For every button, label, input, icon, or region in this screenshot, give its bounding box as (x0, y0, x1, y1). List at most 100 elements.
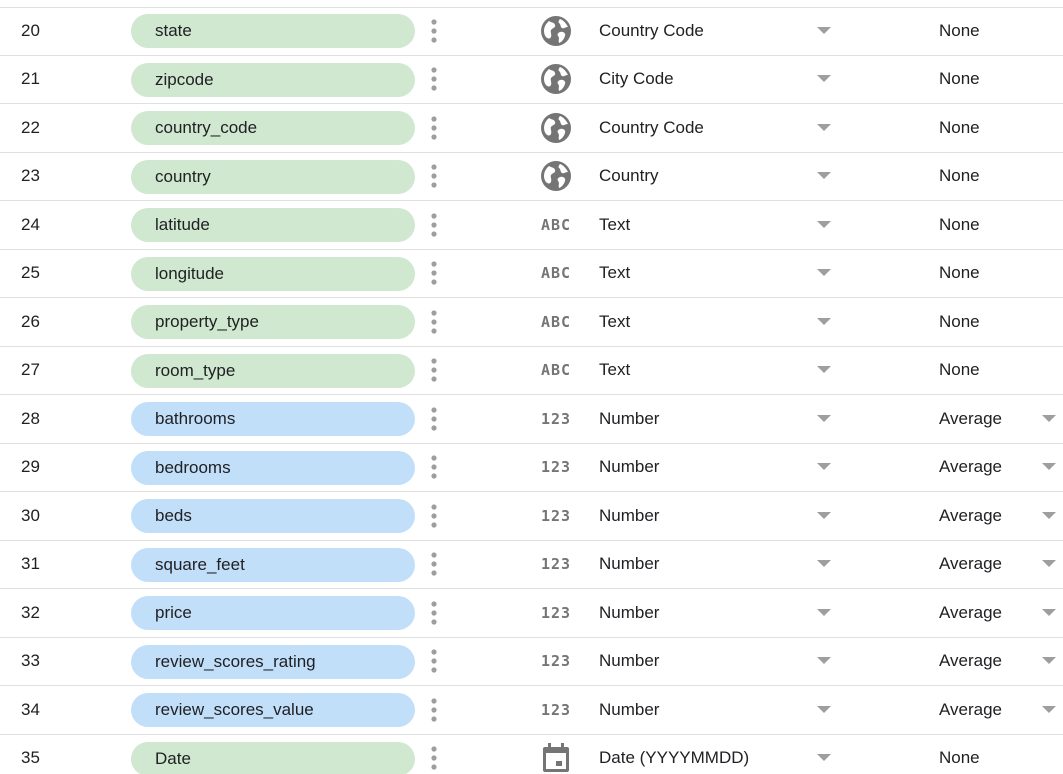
chevron-down-icon[interactable] (815, 638, 833, 686)
aggregation-select[interactable]: Average (939, 444, 1002, 492)
field-name: review_scores_value (155, 700, 314, 719)
aggregation-select[interactable]: Average (939, 589, 1002, 637)
aggregation-select[interactable]: Average (939, 638, 1002, 686)
dimension-field-chip[interactable]: zipcode (131, 62, 415, 97)
more-vert-icon[interactable] (426, 686, 442, 734)
more-vert-icon[interactable] (426, 541, 442, 589)
more-vert-icon[interactable] (426, 589, 442, 637)
metric-field-chip[interactable]: review_scores_rating (131, 644, 415, 679)
more-vert-icon[interactable] (426, 153, 442, 201)
more-vert-icon[interactable] (426, 735, 442, 774)
chevron-down-icon[interactable] (815, 541, 833, 589)
field-type-select[interactable]: Number (599, 444, 659, 492)
field-name: property_type (155, 312, 259, 331)
aggregation-select: None (939, 263, 980, 283)
more-vert-icon[interactable] (426, 444, 442, 492)
metric-field-chip[interactable]: bathrooms (131, 402, 415, 436)
chevron-down-icon[interactable] (815, 735, 833, 774)
globe-icon (538, 104, 574, 152)
chevron-down-icon[interactable] (815, 56, 833, 104)
chevron-down-icon[interactable] (1040, 638, 1058, 686)
row-index: 30 (21, 505, 40, 525)
field-type-select[interactable]: Number (599, 686, 659, 734)
globe-icon (538, 7, 574, 55)
metric-field-chip[interactable]: beds (131, 499, 415, 533)
aggregation-select[interactable]: Average (939, 395, 1002, 443)
aggregation-select[interactable]: Average (939, 492, 1002, 540)
chevron-down-icon[interactable] (815, 298, 833, 346)
chevron-down-icon[interactable] (815, 347, 833, 395)
chevron-down-icon[interactable] (815, 589, 833, 637)
aggregation-select[interactable]: Average (939, 541, 1002, 589)
number-123-icon: 123 (538, 686, 574, 734)
field-type-select[interactable]: Text (599, 347, 630, 395)
field-type-select[interactable]: Number (599, 589, 659, 637)
field-type-select[interactable]: Country (599, 153, 659, 201)
number-123-icon: 123 (538, 492, 574, 540)
row-index: 35 (21, 748, 40, 768)
more-vert-icon[interactable] (426, 347, 442, 395)
field-name: country (155, 166, 211, 186)
chevron-down-icon[interactable] (815, 153, 833, 201)
field-name: beds (155, 506, 192, 525)
row-index: 22 (21, 117, 40, 137)
more-vert-icon[interactable] (426, 638, 442, 686)
chevron-down-icon[interactable] (815, 250, 833, 298)
field-type-select[interactable]: City Code (599, 56, 674, 104)
field-type-select[interactable]: Number (599, 492, 659, 540)
chevron-down-icon[interactable] (815, 395, 833, 443)
field-type-select[interactable]: Number (599, 638, 659, 686)
more-vert-icon[interactable] (426, 56, 442, 104)
dimension-field-chip[interactable]: room_type (131, 353, 415, 388)
dimension-field-chip[interactable]: longitude (131, 256, 415, 291)
field-row: 30 beds 123 Number Average (0, 492, 1063, 541)
dimension-field-chip[interactable]: latitude (131, 208, 415, 242)
field-row: 28 bathrooms 123 Number Average (0, 395, 1063, 444)
metric-field-chip[interactable]: price (131, 596, 415, 630)
field-type-select[interactable]: Text (599, 201, 630, 249)
row-index: 34 (21, 699, 40, 719)
row-index: 25 (21, 263, 40, 283)
dimension-field-chip[interactable]: Date (131, 741, 415, 774)
chevron-down-icon[interactable] (1040, 444, 1058, 492)
more-vert-icon[interactable] (426, 201, 442, 249)
metric-field-chip[interactable]: square_feet (131, 547, 415, 582)
dimension-field-chip[interactable]: property_type (131, 305, 415, 339)
chevron-down-icon[interactable] (1040, 686, 1058, 734)
more-vert-icon[interactable] (426, 298, 442, 346)
field-type-select[interactable]: Country Code (599, 104, 704, 152)
chevron-down-icon[interactable] (815, 104, 833, 152)
more-vert-icon[interactable] (426, 104, 442, 152)
chevron-down-icon[interactable] (815, 444, 833, 492)
row-index: 32 (21, 602, 40, 622)
field-type-select[interactable]: Number (599, 395, 659, 443)
chevron-down-icon[interactable] (1040, 589, 1058, 637)
metric-field-chip[interactable]: bedrooms (131, 450, 415, 485)
field-row: 29 bedrooms 123 Number Average (0, 444, 1063, 492)
chevron-down-icon[interactable] (815, 7, 833, 55)
metric-field-chip[interactable]: review_scores_value (131, 693, 415, 727)
more-vert-icon[interactable] (426, 492, 442, 540)
field-type-select[interactable]: Text (599, 298, 630, 346)
field-type-select[interactable]: Country Code (599, 7, 704, 55)
chevron-down-icon[interactable] (815, 686, 833, 734)
aggregation-select[interactable]: Average (939, 686, 1002, 734)
chevron-down-icon[interactable] (1040, 541, 1058, 589)
dimension-field-chip[interactable]: country (131, 159, 415, 194)
field-list: 20 state Country Code None 21 zipcode City Cod… (0, 0, 1063, 774)
dimension-field-chip[interactable]: country_code (131, 111, 415, 145)
more-vert-icon[interactable] (426, 395, 442, 443)
more-vert-icon[interactable] (426, 250, 442, 298)
globe-icon (538, 153, 574, 201)
more-vert-icon[interactable] (426, 7, 442, 55)
field-type-select[interactable]: Date (YYYYMMDD) (599, 735, 749, 774)
chevron-down-icon[interactable] (1040, 492, 1058, 540)
type-glyph: 123 (540, 555, 572, 574)
dimension-field-chip[interactable]: state (131, 14, 415, 48)
field-type-select[interactable]: Number (599, 541, 659, 589)
field-type-select[interactable]: Text (599, 250, 630, 298)
number-123-icon: 123 (538, 395, 574, 443)
chevron-down-icon[interactable] (1040, 395, 1058, 443)
chevron-down-icon[interactable] (815, 492, 833, 540)
chevron-down-icon[interactable] (815, 201, 833, 249)
